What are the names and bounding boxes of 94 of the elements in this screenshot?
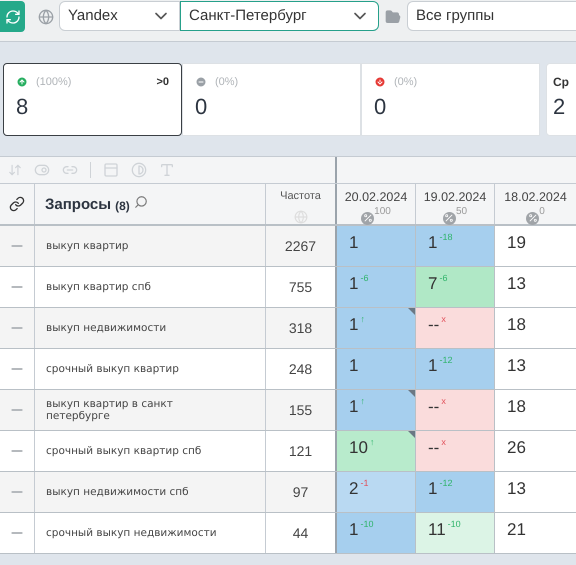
position-value: 26 <box>507 437 526 459</box>
stat-percent: (0%) <box>394 74 418 90</box>
query-text: выкуп квартир <box>46 240 128 252</box>
position-value: 1 <box>349 396 358 418</box>
frequency-value: 121 <box>288 442 312 460</box>
frequency-value: 44 <box>292 524 308 542</box>
position-value: 1 <box>428 232 438 254</box>
date-percent: 100 <box>374 206 391 217</box>
stat-value: 0 <box>374 96 388 118</box>
position-value: 1 <box>349 519 358 541</box>
date-header[interactable]: 20.02.2024 <box>344 188 408 207</box>
text-icon[interactable] <box>159 162 175 178</box>
query-text: срочный выкуп квартир <box>46 363 179 375</box>
position-change: x <box>441 395 446 408</box>
position-value: -- <box>428 314 440 336</box>
stat-percent: (100%) <box>36 74 72 90</box>
position-value: 18 <box>507 314 526 336</box>
column-title: Запросы <box>45 195 112 215</box>
stat-label: Ср <box>553 74 569 91</box>
sort-icon[interactable] <box>8 163 22 177</box>
query-text: выкуп недвижимости <box>46 322 166 334</box>
region-select[interactable]: Санкт-Петербург <box>180 1 379 31</box>
contrast-icon[interactable] <box>131 162 147 178</box>
query-count: (8) <box>115 198 130 215</box>
position-change: -10 <box>360 518 374 531</box>
stat-card[interactable]: (100%) >0 8 <box>3 63 182 136</box>
position-value: -- <box>428 437 440 459</box>
position-value: 1 <box>349 355 358 377</box>
stat-percent: (0%) <box>215 74 238 90</box>
frequency-value: 318 <box>288 318 312 338</box>
position-value: 13 <box>507 478 526 500</box>
position-change: x <box>441 313 446 326</box>
query-text: выкуп квартир в санкт петербурге <box>46 398 174 422</box>
position-value: 1 <box>428 478 438 500</box>
position-change: ↑ <box>360 313 365 326</box>
query-text: срочный выкуп недвижимости <box>46 527 217 539</box>
query-text: выкуп квартир спб <box>46 281 151 293</box>
search-icon[interactable] <box>134 195 148 209</box>
globe-icon <box>294 210 308 224</box>
stat-card[interactable]: (0%) 0 <box>361 63 540 136</box>
refresh-button[interactable] <box>0 1 25 32</box>
date-percent: 50 <box>456 206 468 217</box>
stat-card[interactable]: (0%) 0 <box>182 63 361 136</box>
position-value: 11 <box>428 519 446 541</box>
position-change: -10 <box>448 518 461 531</box>
position-value: 21 <box>507 519 526 541</box>
stat-value: 8 <box>16 96 30 118</box>
position-value: 18 <box>507 396 526 418</box>
position-change: ↑ <box>370 436 374 449</box>
stat-card[interactable]: Ср 2 <box>546 63 576 136</box>
date-percent: 0 <box>539 206 545 217</box>
position-change: x <box>441 436 446 449</box>
link-icon[interactable] <box>9 196 25 212</box>
position-value: 1 <box>349 273 358 295</box>
frequency-value: 755 <box>288 278 312 296</box>
query-text: срочный выкуп квартир спб <box>46 445 202 457</box>
position-value: 13 <box>507 355 526 377</box>
position-change: -12 <box>439 477 452 490</box>
stat-value: 0 <box>195 96 208 118</box>
minus-icon <box>195 76 207 88</box>
query-text: выкуп недвижимости спб <box>46 486 189 498</box>
folder-icon <box>385 9 401 25</box>
column-header: Частота <box>280 189 321 204</box>
position-change: ↑ <box>360 395 365 408</box>
stat-threshold: >0 <box>156 74 169 90</box>
position-change: -12 <box>439 354 452 367</box>
position-value: 10 <box>349 437 368 459</box>
date-header[interactable]: 18.02.2024 <box>504 188 567 207</box>
position-value: -- <box>428 396 440 418</box>
position-change: -18 <box>439 231 452 244</box>
frequency-value: 248 <box>288 360 312 378</box>
date-header[interactable]: 19.02.2024 <box>424 188 486 207</box>
position-value: 7 <box>428 273 438 295</box>
frequency-value: 155 <box>288 400 312 420</box>
frequency-value: 2267 <box>284 236 316 256</box>
toggle-icon[interactable] <box>34 162 50 178</box>
position-value: 13 <box>507 273 526 295</box>
position-value: 1 <box>349 314 358 336</box>
stat-value: 2 <box>553 96 566 118</box>
position-value: 2 <box>349 478 358 500</box>
engine-select[interactable]: Yandex <box>59 1 180 31</box>
globe-icon <box>38 9 54 25</box>
arrow-up-icon <box>16 76 28 88</box>
frequency-value: 97 <box>292 482 308 502</box>
refresh-icon <box>4 8 20 24</box>
position-change: -1 <box>360 477 368 490</box>
arrow-down-icon <box>374 76 386 88</box>
group-select[interactable]: Все группы <box>407 1 576 31</box>
position-value: 1 <box>349 232 358 254</box>
position-value: 1 <box>428 355 438 377</box>
position-change: -6 <box>439 272 448 285</box>
panel-icon[interactable] <box>103 162 119 178</box>
position-change: -6 <box>360 272 368 285</box>
position-value: 19 <box>507 232 526 254</box>
